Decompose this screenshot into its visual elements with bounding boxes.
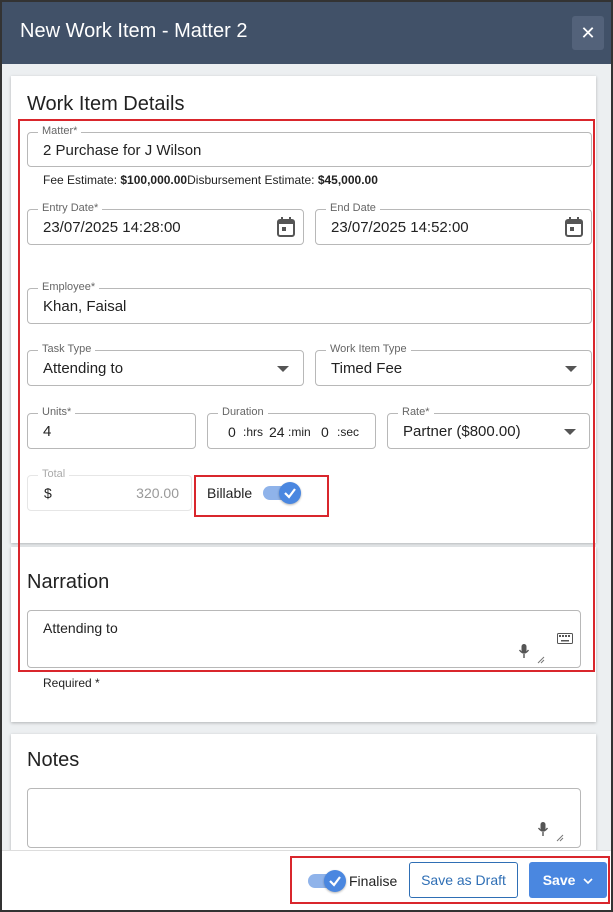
resize-handle-icon[interactable] <box>556 834 564 842</box>
notes-title: Notes <box>27 749 80 771</box>
close-button[interactable]: ✕ <box>572 16 604 50</box>
details-highlight-box <box>18 119 595 672</box>
work-item-details-title: Work Item Details <box>27 93 185 115</box>
dialog-header: New Work Item - Matter 2 ✕ <box>2 2 611 64</box>
footer-highlight-box <box>290 856 610 904</box>
notes-textarea[interactable] <box>27 788 581 848</box>
dialog-title: New Work Item - Matter 2 <box>20 20 248 42</box>
narration-required-note: Required * <box>43 676 100 690</box>
close-icon: ✕ <box>580 23 596 43</box>
microphone-icon[interactable] <box>537 821 549 837</box>
